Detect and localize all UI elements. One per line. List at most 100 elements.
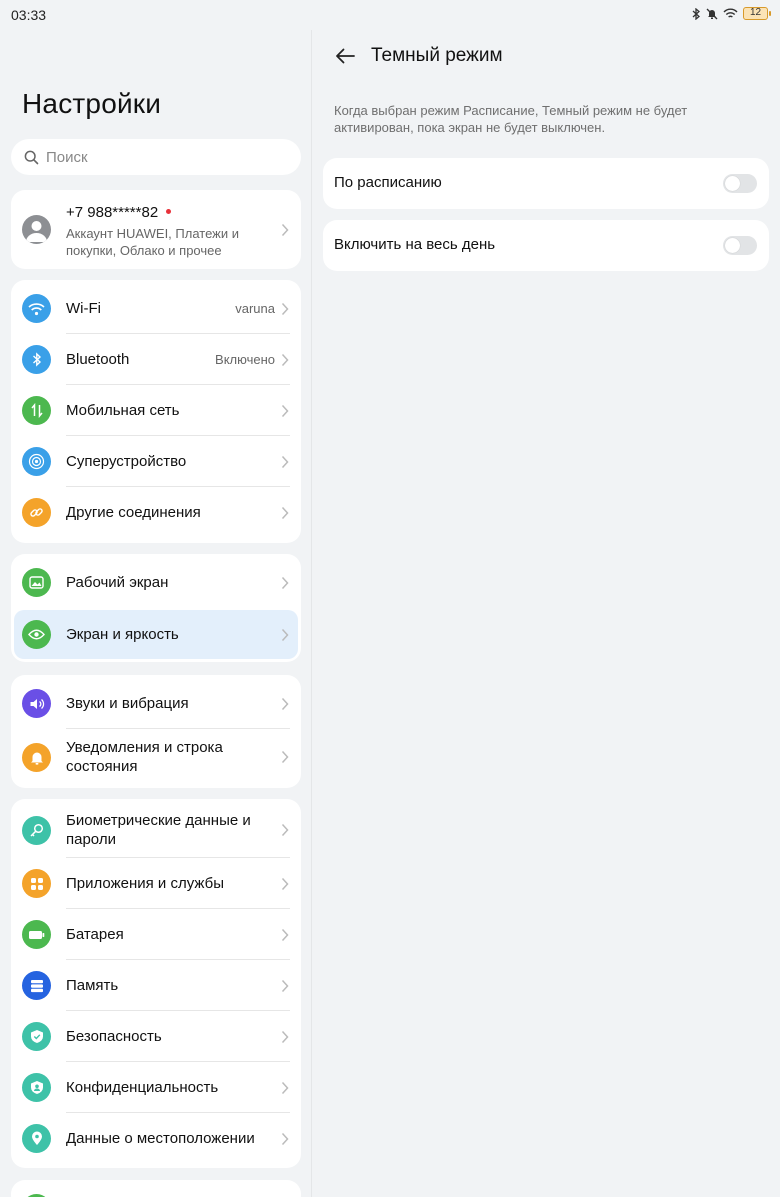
schedule-hint: Когда выбран режим Расписание, Темный ре… bbox=[334, 103, 688, 135]
item-label: Приложения и службы bbox=[66, 875, 224, 892]
settings-item-superdevice[interactable]: Суперустройство bbox=[11, 436, 301, 487]
item-label: Рабочий экран bbox=[66, 574, 169, 591]
eye-icon bbox=[22, 620, 51, 649]
item-label: Данные о местоположении bbox=[66, 1130, 255, 1147]
settings-item-home-screen[interactable]: Рабочий экран bbox=[11, 557, 301, 608]
bluetooth-status-icon bbox=[692, 7, 701, 20]
settings-item-mobile-network[interactable]: Мобильная сеть bbox=[11, 385, 301, 436]
back-button[interactable] bbox=[332, 44, 358, 68]
detail-title: Темный режим bbox=[371, 45, 503, 66]
chevron-right-icon bbox=[281, 455, 289, 469]
mobile-network-icon bbox=[22, 396, 51, 425]
chevron-right-icon bbox=[281, 697, 289, 711]
link-icon bbox=[22, 498, 51, 527]
bluetooth-icon bbox=[22, 345, 51, 374]
settings-item-sounds[interactable]: Звуки и вибрация bbox=[11, 678, 301, 729]
status-time: 03:33 bbox=[11, 7, 47, 23]
item-label: Батарея bbox=[66, 926, 124, 943]
toggle-knob bbox=[725, 176, 740, 191]
item-label: Мобильная сеть bbox=[66, 402, 180, 419]
wifi-status-icon bbox=[723, 8, 738, 20]
settings-item-biometrics[interactable]: Биометрические данные и пароли bbox=[11, 802, 301, 858]
item-label: Уведомления и строка состояния bbox=[66, 739, 223, 775]
search-input[interactable] bbox=[46, 148, 266, 166]
option-label: Включить на весь день bbox=[334, 236, 496, 253]
superdevice-icon bbox=[22, 447, 51, 476]
chevron-right-icon bbox=[281, 928, 289, 942]
item-label: Безопасность bbox=[66, 1028, 162, 1045]
settings-sidebar: Настройки +7 988*****82 Аккаунт HUAWEI, … bbox=[0, 30, 312, 1197]
chevron-right-icon bbox=[281, 1030, 289, 1044]
status-bar: 03:33 12 bbox=[0, 0, 780, 30]
settings-item-privacy[interactable]: Конфиденциальность bbox=[11, 1062, 301, 1113]
chevron-right-icon bbox=[281, 979, 289, 993]
chevron-right-icon bbox=[281, 353, 289, 367]
home-screen-icon bbox=[22, 568, 51, 597]
security-apps-group: Биометрические данные и пароли Приложени… bbox=[11, 799, 301, 1168]
option-label: По расписанию bbox=[334, 174, 442, 191]
chevron-right-icon bbox=[281, 302, 289, 316]
settings-item-other-connections[interactable]: Другие соединения bbox=[11, 487, 301, 538]
settings-item-storage[interactable]: Память bbox=[11, 960, 301, 1011]
account-card[interactable]: +7 988*****82 Аккаунт HUAWEI, Платежи и … bbox=[11, 190, 301, 269]
chevron-right-icon bbox=[281, 1081, 289, 1095]
bell-icon bbox=[22, 742, 51, 772]
item-label: Экран и яркость bbox=[66, 626, 179, 643]
settings-item-wifi[interactable]: Wi-Fi varuna bbox=[11, 283, 301, 334]
item-label: Конфиденциальность bbox=[66, 1079, 219, 1096]
next-group-partial bbox=[11, 1180, 301, 1197]
item-value: varuna bbox=[235, 301, 275, 316]
settings-item-display-brightness[interactable]: Экран и яркость bbox=[14, 610, 298, 659]
chevron-right-icon bbox=[281, 576, 289, 590]
screen: 03:33 12 Настройки +7 988 bbox=[0, 0, 780, 1197]
location-icon bbox=[22, 1124, 51, 1153]
settings-item-bluetooth[interactable]: Bluetooth Включено bbox=[11, 334, 301, 385]
account-subtitle: Аккаунт HUAWEI, Платежи и покупки, Облак… bbox=[66, 226, 239, 258]
settings-item-security[interactable]: Безопасность bbox=[11, 1011, 301, 1062]
apps-icon bbox=[22, 869, 51, 898]
chevron-right-icon bbox=[281, 823, 289, 837]
chevron-right-icon bbox=[281, 223, 289, 237]
settings-item-apps[interactable]: Приложения и службы bbox=[11, 858, 301, 909]
sound-notifications-group: Звуки и вибрация Уведомления и строка со… bbox=[11, 675, 301, 788]
chevron-right-icon bbox=[281, 750, 289, 764]
storage-icon bbox=[22, 971, 51, 1000]
item-label: Wi-Fi bbox=[66, 300, 101, 317]
option-all-day[interactable]: Включить на весь день bbox=[323, 220, 769, 271]
arrow-left-icon bbox=[336, 48, 355, 64]
item-label: Другие соединения bbox=[66, 504, 201, 521]
item-label: Bluetooth bbox=[66, 351, 130, 368]
chevron-right-icon bbox=[281, 506, 289, 520]
chevron-right-icon bbox=[281, 1132, 289, 1146]
chevron-right-icon bbox=[281, 877, 289, 891]
item-label: Суперустройство bbox=[66, 453, 187, 470]
battery-icon bbox=[22, 920, 51, 949]
page-title: Настройки bbox=[22, 88, 162, 119]
shield-icon bbox=[22, 1022, 51, 1051]
item-label: Звуки и вибрация bbox=[66, 695, 189, 712]
all-day-toggle[interactable] bbox=[723, 236, 757, 255]
settings-item-battery[interactable]: Батарея bbox=[11, 909, 301, 960]
sound-icon bbox=[22, 689, 51, 718]
item-value: Включено bbox=[215, 352, 275, 367]
search-bar[interactable] bbox=[11, 139, 301, 175]
item-label: Биометрические данные и пароли bbox=[66, 812, 251, 848]
toggle-knob bbox=[725, 238, 740, 253]
search-icon bbox=[24, 149, 40, 165]
privacy-icon bbox=[22, 1073, 51, 1102]
item-label: Память bbox=[66, 977, 119, 994]
detail-pane: Темный режим Когда выбран режим Расписан… bbox=[313, 30, 780, 1197]
notification-dot bbox=[166, 208, 172, 214]
schedule-toggle[interactable] bbox=[723, 174, 757, 193]
battery-icon: 12 bbox=[743, 7, 771, 20]
settings-item-notifications[interactable]: Уведомления и строка состояния bbox=[11, 729, 301, 785]
display-group: Рабочий экран Экран и яркость bbox=[11, 554, 301, 662]
option-schedule[interactable]: По расписанию bbox=[323, 158, 769, 209]
mute-notifications-icon bbox=[706, 8, 718, 20]
settings-item-location[interactable]: Данные о местоположении bbox=[11, 1113, 301, 1164]
wifi-icon bbox=[22, 294, 51, 323]
account-phone: +7 988*****82 bbox=[66, 204, 172, 221]
chevron-right-icon bbox=[281, 404, 289, 418]
status-icons: 12 bbox=[692, 7, 771, 20]
connections-group: Wi-Fi varuna Bluetooth Включено Мобильна… bbox=[11, 280, 301, 543]
